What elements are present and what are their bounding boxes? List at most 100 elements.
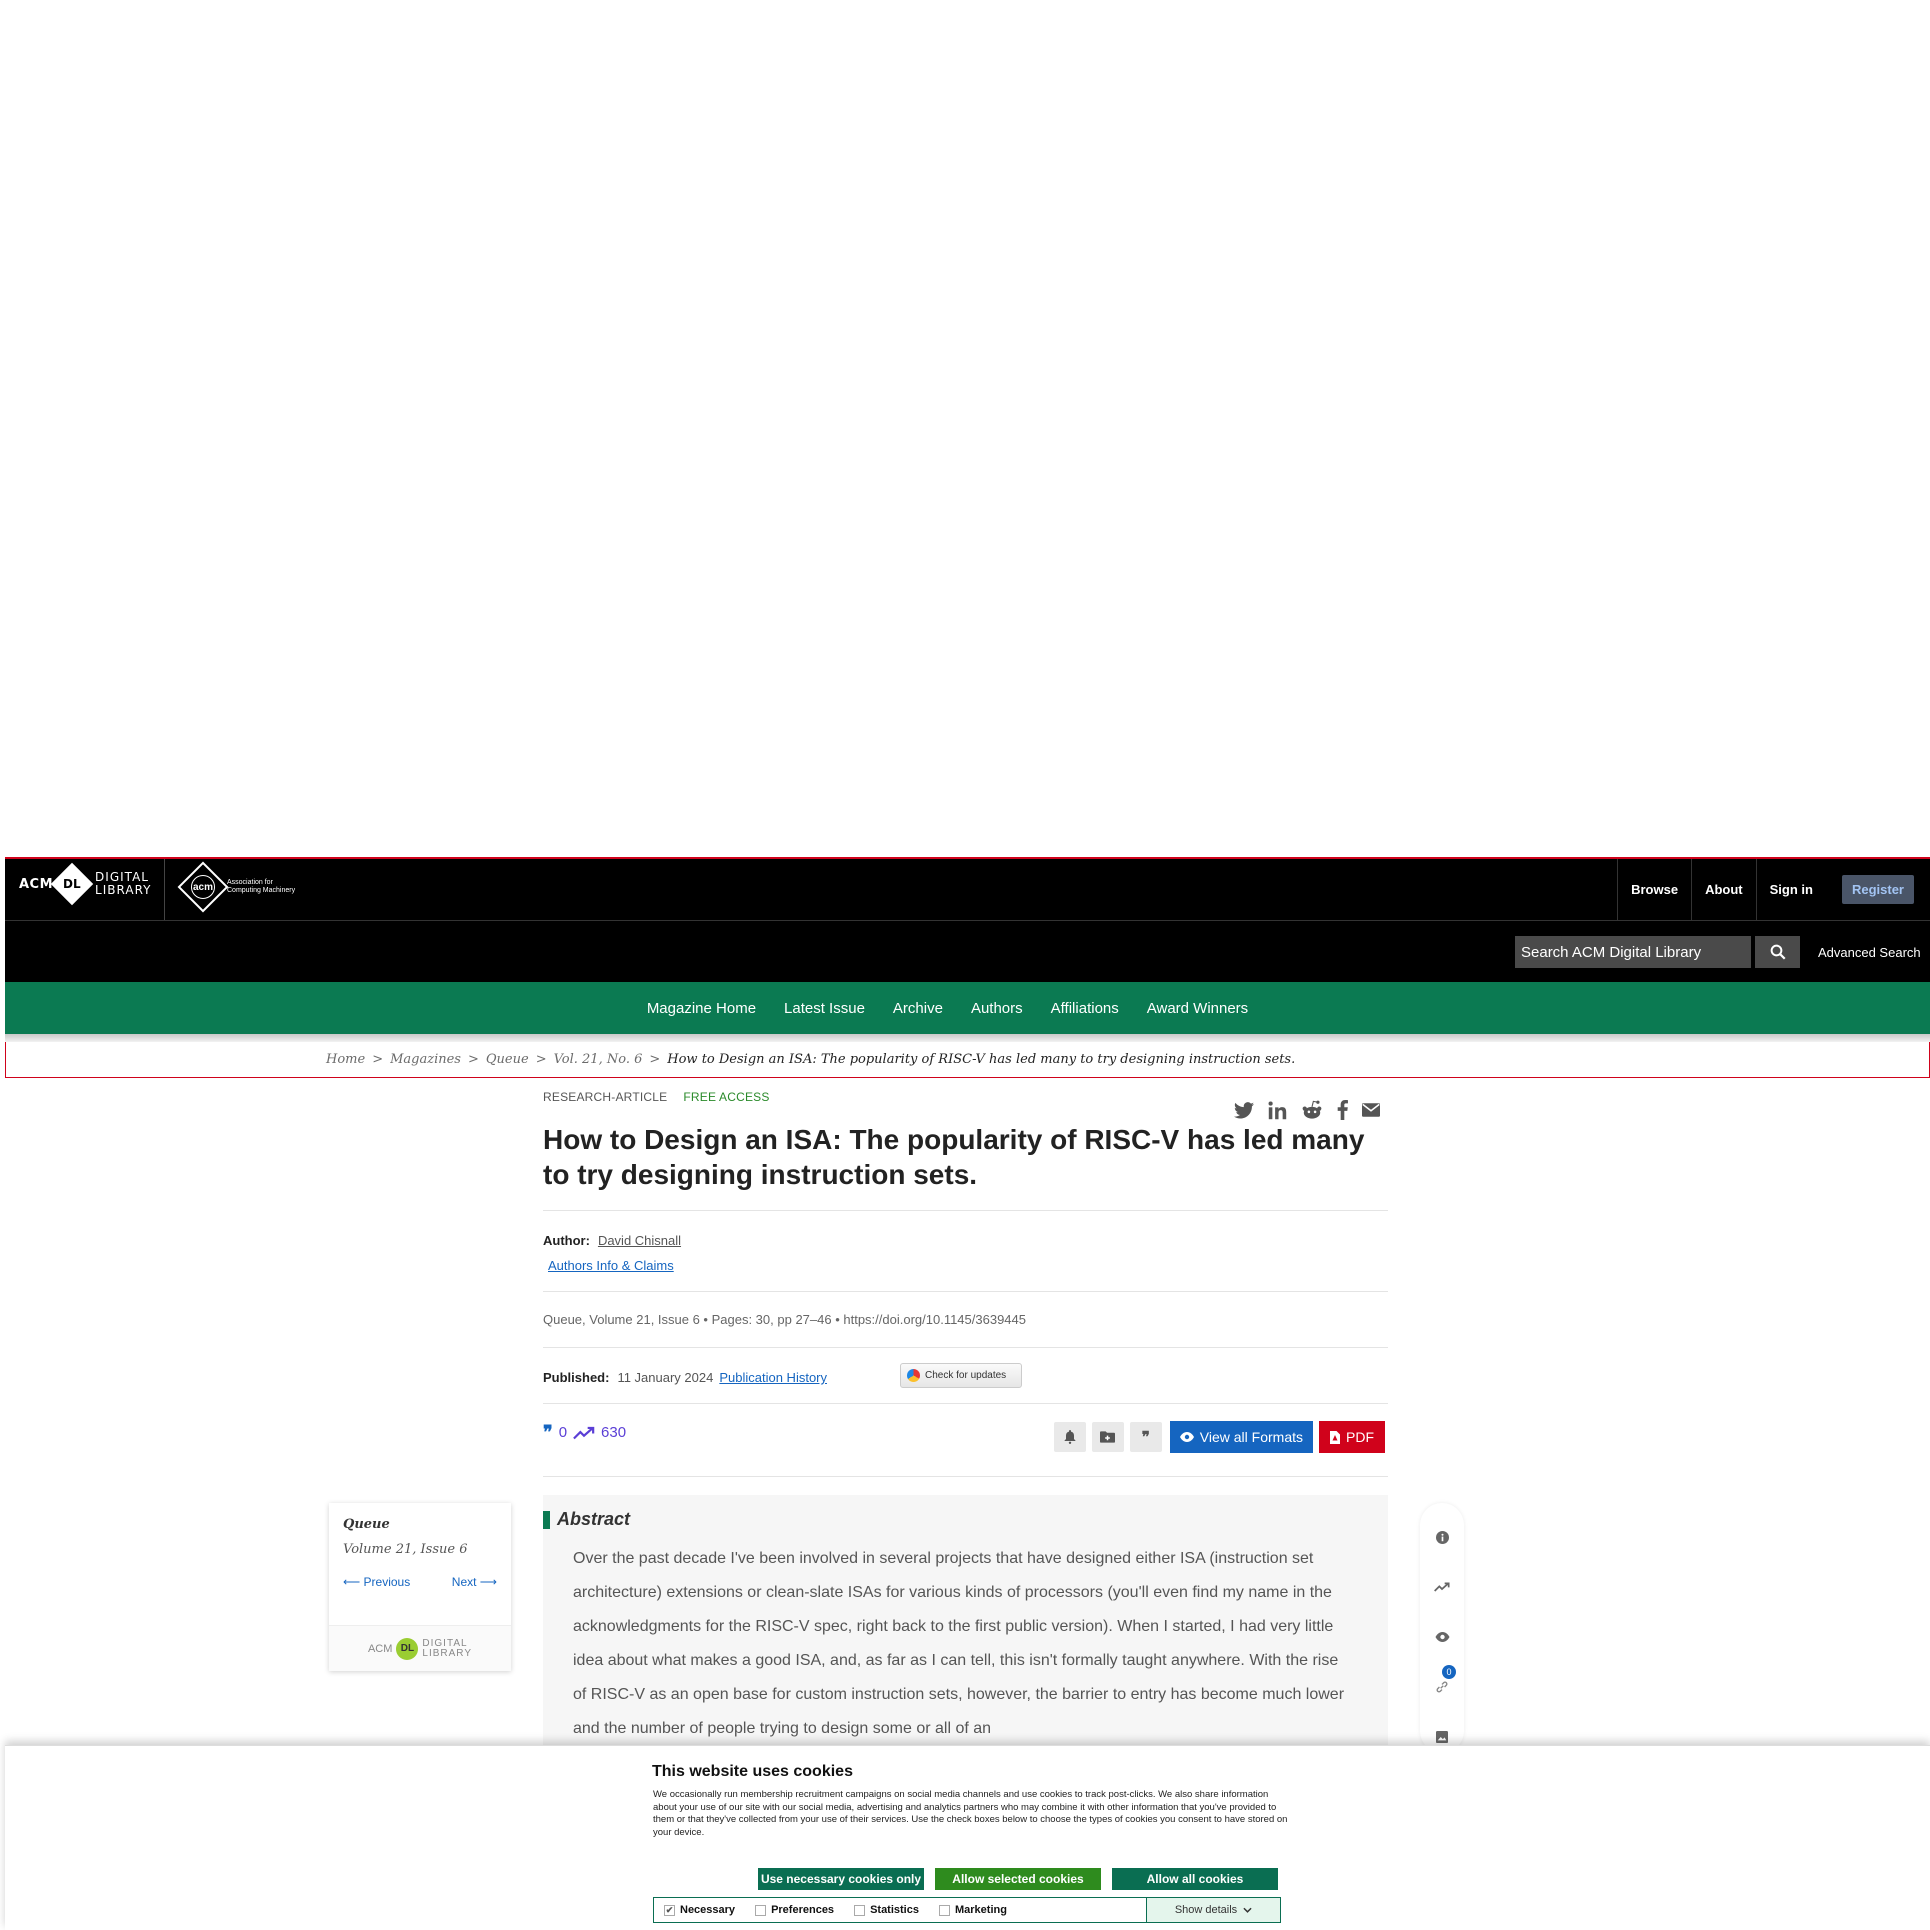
acm-dl-logo[interactable]: ACM DL DIGITAL LIBRARY bbox=[19, 862, 152, 906]
breadcrumb: Home > Magazines > Queue > Vol. 21, No. 6 > … bbox=[5, 1042, 1930, 1078]
facebook-icon[interactable] bbox=[1337, 1100, 1348, 1120]
issue-card-volume[interactable]: Volume 21, Issue 6 bbox=[343, 1542, 467, 1557]
twitter-icon[interactable] bbox=[1234, 1101, 1254, 1119]
checkbox-icon bbox=[755, 1904, 767, 1916]
pdf-file-icon bbox=[1330, 1430, 1340, 1444]
author-name-link[interactable]: David Chisnall bbox=[598, 1233, 681, 1248]
trending-icon bbox=[573, 1426, 595, 1439]
abstract-text: Over the past decade I've been involved … bbox=[573, 1550, 1345, 1737]
check-for-updates-button[interactable]: Check for updates bbox=[900, 1363, 1022, 1388]
authors-info-link[interactable]: Authors Info & Claims bbox=[548, 1258, 1388, 1273]
article-type: RESEARCH-ARTICLE bbox=[543, 1090, 668, 1104]
nav-award-winners[interactable]: Award Winners bbox=[1147, 1000, 1248, 1017]
issue-meta: Queue, Volume 21, Issue 6 • Pages: 30, p… bbox=[543, 1312, 1026, 1327]
nav-archive[interactable]: Archive bbox=[893, 1000, 943, 1017]
search-box[interactable] bbox=[1515, 936, 1751, 968]
published-row: Published: 11 January 2024 Publication H… bbox=[543, 1348, 1388, 1403]
cookie-banner: This website uses cookies We occasionall… bbox=[5, 1745, 1930, 1930]
references-count-badge: 0 bbox=[1442, 1665, 1456, 1679]
linkedin-icon[interactable] bbox=[1268, 1101, 1287, 1120]
header-divider bbox=[164, 859, 165, 922]
author-section: Author: David Chisnall Authors Info & Cla… bbox=[543, 1211, 1388, 1291]
search-input[interactable] bbox=[1515, 943, 1715, 961]
about-link[interactable]: About bbox=[1691, 859, 1756, 920]
nav-affiliations[interactable]: Affiliations bbox=[1051, 1000, 1119, 1017]
dl-logo-icon: DL bbox=[396, 1637, 419, 1660]
checkbox-icon bbox=[854, 1904, 866, 1916]
breadcrumb-separator: > bbox=[467, 1052, 479, 1067]
image-icon[interactable] bbox=[1433, 1728, 1451, 1746]
alert-bell-button[interactable] bbox=[1053, 1422, 1086, 1452]
add-to-binder-button[interactable] bbox=[1091, 1422, 1124, 1452]
cite-button[interactable]: ❞ bbox=[1129, 1422, 1162, 1452]
breadcrumb-queue[interactable]: Queue bbox=[486, 1052, 529, 1067]
breadcrumb-separator: > bbox=[649, 1052, 661, 1067]
abstract-marker bbox=[543, 1510, 550, 1529]
pdf-button[interactable]: PDF bbox=[1319, 1421, 1385, 1453]
next-article-link[interactable]: Next ⟶ bbox=[452, 1575, 497, 1589]
search-button[interactable] bbox=[1755, 936, 1800, 968]
stats-row: ❞ 0 630 ❞ View all Formats PDF bbox=[543, 1404, 1388, 1476]
email-icon[interactable] bbox=[1362, 1103, 1380, 1117]
breadcrumb-volume[interactable]: Vol. 21, No. 6 bbox=[554, 1052, 643, 1067]
link-icon[interactable] bbox=[1433, 1678, 1451, 1696]
metrics-trend-icon[interactable] bbox=[1433, 1578, 1451, 1596]
download-count[interactable]: 630 bbox=[601, 1424, 626, 1441]
issue-card-logo: ACM DL DIGITAL LIBRARY bbox=[329, 1625, 511, 1671]
metrics: ❞ 0 630 bbox=[543, 1422, 626, 1443]
article-header: RESEARCH-ARTICLE FREE ACCESS How to Desig… bbox=[543, 1090, 1388, 1766]
cookie-option-marketing[interactable]: Marketing bbox=[929, 1904, 1017, 1916]
register-button[interactable]: Register bbox=[1841, 875, 1914, 904]
cookie-title: This website uses cookies bbox=[652, 1763, 853, 1780]
access-badge: FREE ACCESS bbox=[683, 1090, 770, 1104]
nav-latest-issue[interactable]: Latest Issue bbox=[784, 1000, 865, 1017]
issue-card: Queue Volume 21, Issue 6 ⟵ Previous Next… bbox=[329, 1503, 511, 1671]
issue-card-title[interactable]: Queue bbox=[343, 1517, 390, 1532]
share-bar bbox=[1234, 1100, 1380, 1120]
info-icon[interactable] bbox=[1433, 1528, 1451, 1546]
citation-count[interactable]: 0 bbox=[559, 1424, 567, 1441]
abstract-heading: Abstract bbox=[543, 1509, 1388, 1530]
citation-quote-icon: ❞ bbox=[543, 1422, 553, 1442]
author-label: Author: bbox=[543, 1233, 590, 1248]
necessary-cookies-only-button[interactable]: Use necessary cookies only bbox=[758, 1868, 924, 1890]
acm-org-name: Association for Computing Machinery bbox=[227, 879, 296, 894]
nav-magazine-home[interactable]: Magazine Home bbox=[647, 1000, 756, 1017]
checkbox-icon bbox=[938, 1904, 950, 1916]
allow-all-cookies-button[interactable]: Allow all cookies bbox=[1112, 1868, 1278, 1890]
check-for-updates-label: Check for updates bbox=[925, 1370, 1007, 1381]
reddit-icon[interactable] bbox=[1301, 1100, 1323, 1120]
allow-selected-cookies-button[interactable]: Allow selected cookies bbox=[935, 1868, 1101, 1890]
logo-library-text: DIGITAL LIBRARY bbox=[95, 870, 152, 897]
breadcrumb-current: How to Design an ISA: The popularity of … bbox=[667, 1052, 1296, 1067]
footer-library-text: DIGITAL LIBRARY bbox=[422, 1637, 473, 1659]
breadcrumb-separator: > bbox=[535, 1052, 547, 1067]
show-details-button[interactable]: Show details bbox=[1146, 1898, 1280, 1922]
top-links: Browse About Sign in Register bbox=[1617, 859, 1930, 920]
view-all-formats-button[interactable]: View all Formats bbox=[1169, 1421, 1313, 1453]
dl-badge-icon: DL bbox=[50, 862, 94, 906]
nav-authors[interactable]: Authors bbox=[971, 1000, 1023, 1017]
browse-link[interactable]: Browse bbox=[1617, 859, 1691, 920]
folder-add-icon bbox=[1100, 1431, 1116, 1443]
previous-article-link[interactable]: ⟵ Previous bbox=[343, 1575, 410, 1589]
cookie-option-statistics[interactable]: Statistics bbox=[844, 1904, 929, 1916]
article-title: How to Design an ISA: The popularity of … bbox=[543, 1124, 1365, 1190]
cookie-option-preferences[interactable]: Preferences bbox=[745, 1904, 844, 1916]
published-label: Published: bbox=[543, 1370, 610, 1385]
nav-shadow bbox=[5, 1034, 1930, 1042]
breadcrumb-magazines[interactable]: Magazines bbox=[390, 1052, 461, 1067]
cookie-buttons: Use necessary cookies only Allow selecte… bbox=[758, 1868, 1278, 1890]
abstract-section: Abstract Over the past decade I've been … bbox=[543, 1495, 1388, 1766]
chevron-down-icon bbox=[1243, 1907, 1252, 1913]
breadcrumb-home[interactable]: Home bbox=[326, 1052, 365, 1067]
sign-in-link[interactable]: Sign in bbox=[1755, 859, 1826, 920]
acm-seal-icon: acm bbox=[177, 861, 229, 913]
acm-org-logo[interactable]: acm Association for Computing Machinery bbox=[177, 861, 307, 913]
advanced-search-link[interactable]: Advanced Search bbox=[1818, 945, 1921, 960]
cookie-option-necessary[interactable]: ✔ Necessary bbox=[654, 1904, 745, 1916]
eye-icon[interactable] bbox=[1433, 1628, 1451, 1646]
publication-history-link[interactable]: Publication History bbox=[719, 1370, 827, 1385]
show-details-label: Show details bbox=[1174, 1904, 1238, 1916]
divider bbox=[543, 1476, 1388, 1477]
